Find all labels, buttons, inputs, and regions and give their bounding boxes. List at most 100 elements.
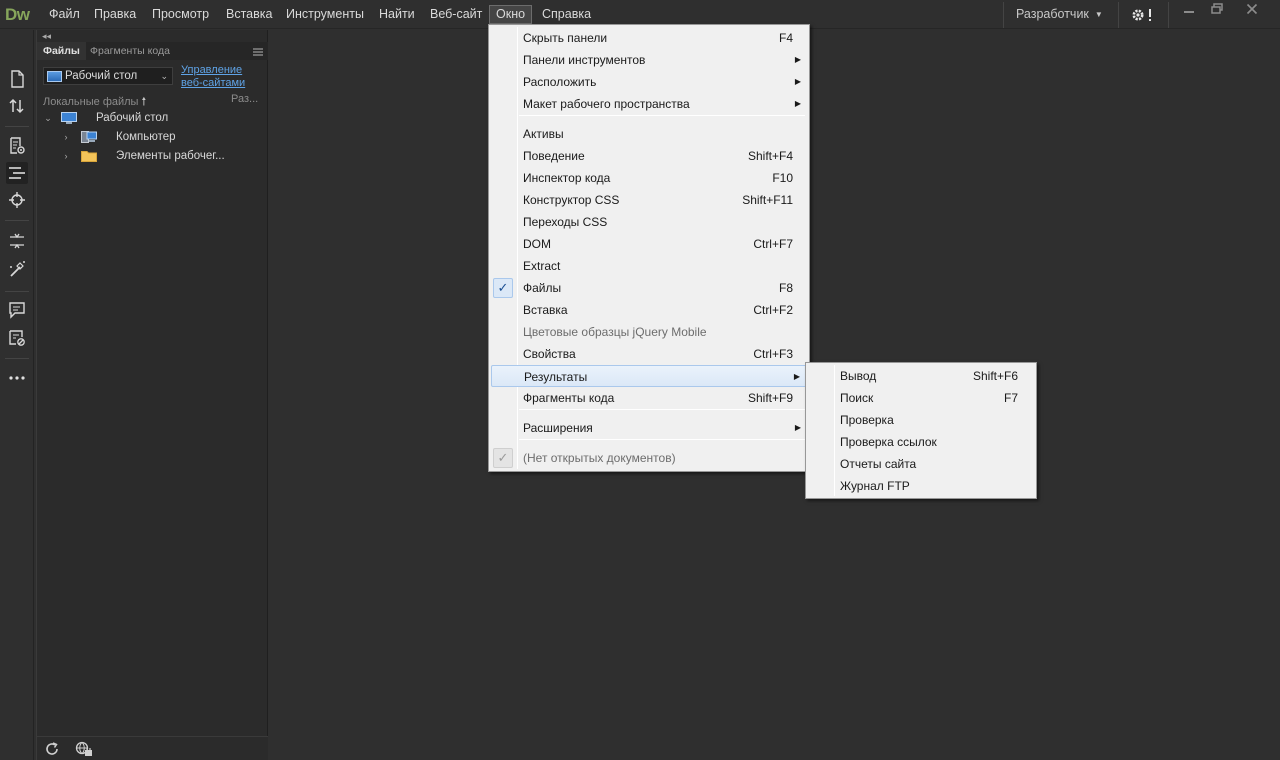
menu-item-label: Проверка xyxy=(840,413,894,427)
remove-comment-icon xyxy=(9,330,25,346)
size-column-header[interactable]: Раз... xyxy=(231,93,258,105)
results-menu-item-4[interactable]: Отчеты сайта xyxy=(808,453,1034,475)
tab-files[interactable]: Файлы xyxy=(37,42,86,60)
menu-item-label: Вставка xyxy=(523,303,568,317)
window-menu-item-5[interactable]: Поведение Shift+F4 xyxy=(491,145,807,167)
menu-insert[interactable]: Вставка xyxy=(220,5,278,24)
tree-item-desktop-items[interactable]: › Элементы рабочег... xyxy=(37,147,268,166)
window-menu-item-13: Цветовые образцы jQuery Mobile xyxy=(491,321,807,343)
window-menu-item-4[interactable]: Активы xyxy=(491,123,807,145)
code-navigator-button[interactable] xyxy=(6,162,28,184)
workspace-label: Разработчик xyxy=(1016,7,1089,21)
tab-snippets[interactable]: Фрагменты кода xyxy=(84,42,176,60)
files-panel: ◂◂ Файлы Фрагменты кода Рабочий стол ⌄ У… xyxy=(36,30,268,760)
menu-item-shortcut: Shift+F4 xyxy=(747,149,793,163)
site-select-value: Рабочий стол xyxy=(65,70,138,82)
menu-item-label: Результаты xyxy=(524,370,588,384)
hamburger-menu-icon xyxy=(253,48,263,56)
menu-edit[interactable]: Правка xyxy=(88,5,142,24)
menu-window[interactable]: Окно xyxy=(489,5,533,24)
window-menu-item-11[interactable]: ✓ Файлы F8 xyxy=(491,277,807,299)
sync-settings-button[interactable] xyxy=(1130,6,1156,24)
menu-tools[interactable]: Инструменты xyxy=(280,5,370,24)
live-view-button[interactable] xyxy=(6,135,28,157)
window-menu-item-3[interactable]: Макет рабочего пространства ▶ xyxy=(491,93,807,115)
menu-item-label: Скрыть панели xyxy=(523,31,608,45)
menu-find[interactable]: Найти xyxy=(373,5,421,24)
window-menu-item-10[interactable]: Extract xyxy=(491,255,807,277)
connect-remote-button[interactable] xyxy=(75,740,93,758)
refresh-icon xyxy=(46,742,58,755)
chevron-right-icon[interactable]: › xyxy=(61,128,71,147)
window-menu-item-2[interactable]: Расположить ▶ xyxy=(491,71,807,93)
format-source-button[interactable] xyxy=(6,258,28,280)
panel-tabs: Файлы Фрагменты кода xyxy=(37,42,268,60)
tree-item-computer[interactable]: › Компьютер xyxy=(37,128,268,147)
manage-sites-link-line1: Управление xyxy=(181,64,243,76)
window-menu-item-1[interactable]: Панели инструментов ▶ xyxy=(491,49,807,71)
results-menu-item-3[interactable]: Проверка ссылок xyxy=(808,431,1034,453)
more-tools-button[interactable] xyxy=(6,367,28,389)
menubar-divider xyxy=(1168,2,1169,28)
window-menu-item-8[interactable]: Переходы CSS xyxy=(491,211,807,233)
menubar-divider xyxy=(1003,2,1004,28)
transfer-files-button[interactable] xyxy=(6,95,28,117)
refresh-button[interactable] xyxy=(44,741,60,757)
tree-item-label: Компьютер xyxy=(116,131,176,143)
window-menu-item-15[interactable]: Результаты ▶ xyxy=(491,365,807,387)
chevron-down-icon: ▼ xyxy=(1094,10,1103,20)
remove-comment-button[interactable] xyxy=(6,327,28,349)
results-menu-item-2[interactable]: Проверка xyxy=(808,409,1034,431)
window-menu-item-9[interactable]: DOM Ctrl+F7 xyxy=(491,233,807,255)
menu-item-label: (Нет открытых документов) xyxy=(523,451,676,465)
expand-collapse-button[interactable] xyxy=(6,230,28,252)
window-menu-item-14[interactable]: Свойства Ctrl+F3 xyxy=(491,343,807,365)
results-menu-item-1[interactable]: Поиск F7 xyxy=(808,387,1034,409)
menu-site[interactable]: Веб-сайт xyxy=(424,5,488,24)
chevron-down-icon: ⌄ xyxy=(160,71,168,81)
menu-file[interactable]: Файл xyxy=(43,5,86,24)
menubar-divider xyxy=(1118,2,1119,28)
panel-options-button[interactable] xyxy=(253,46,263,56)
tree-item-desktop[interactable]: ⌄ Рабочий стол xyxy=(37,109,268,128)
minimize-button[interactable] xyxy=(1177,2,1201,20)
ellipsis-icon xyxy=(9,376,25,380)
toolbar-divider xyxy=(5,220,29,221)
gear-icon xyxy=(1132,9,1151,21)
site-select[interactable]: Рабочий стол ⌄ xyxy=(43,67,173,85)
menu-item-label: Отчеты сайта xyxy=(840,457,917,471)
close-button[interactable] xyxy=(1240,2,1264,20)
window-menu-item-0[interactable]: Скрыть панели F4 xyxy=(491,27,807,49)
chevron-right-icon[interactable]: › xyxy=(61,147,71,166)
menu-item-label: Макет рабочего пространства xyxy=(523,97,690,111)
panel-footer xyxy=(37,736,268,760)
results-menu-item-5[interactable]: Журнал FTP xyxy=(808,475,1034,497)
window-menu: Скрыть панели F4 Панели инструментов ▶ Распо… xyxy=(488,24,810,472)
menu-item-shortcut: Ctrl+F7 xyxy=(753,237,793,251)
transfer-arrows-icon xyxy=(9,98,24,114)
menu-item-label: Вывод xyxy=(840,369,877,383)
collapse-panel-icon[interactable]: ◂◂ xyxy=(42,31,51,42)
restore-icon xyxy=(1211,3,1223,14)
chevron-down-icon[interactable]: ⌄ xyxy=(43,109,53,128)
manage-sites-link[interactable]: Управление веб-сайтами xyxy=(181,64,245,90)
restore-button[interactable] xyxy=(1205,2,1229,20)
menu-help[interactable]: Справка xyxy=(536,5,597,24)
menu-item-label: Инспектор кода xyxy=(523,171,611,185)
menu-item-label: Журнал FTP xyxy=(840,479,910,493)
inspect-button[interactable] xyxy=(6,189,28,211)
window-menu-item-7[interactable]: Конструктор CSS Shift+F11 xyxy=(491,189,807,211)
apply-comment-button[interactable] xyxy=(6,299,28,321)
results-menu-item-0[interactable]: Вывод Shift+F6 xyxy=(808,365,1034,387)
checkmark-icon: ✓ xyxy=(493,278,513,298)
window-menu-item-12[interactable]: Вставка Ctrl+F2 xyxy=(491,299,807,321)
new-document-button[interactable] xyxy=(6,68,28,90)
workspace-switcher[interactable]: Разработчик ▼ xyxy=(1010,5,1109,24)
toolbar-divider xyxy=(5,291,29,292)
menu-item-label: Поведение xyxy=(523,149,585,163)
crosshair-icon xyxy=(9,192,25,208)
window-menu-item-16[interactable]: Фрагменты кода Shift+F9 xyxy=(491,387,807,409)
window-menu-item-17[interactable]: Расширения ▶ xyxy=(491,417,807,439)
window-menu-item-6[interactable]: Инспектор кода F10 xyxy=(491,167,807,189)
menu-view[interactable]: Просмотр xyxy=(146,5,215,24)
